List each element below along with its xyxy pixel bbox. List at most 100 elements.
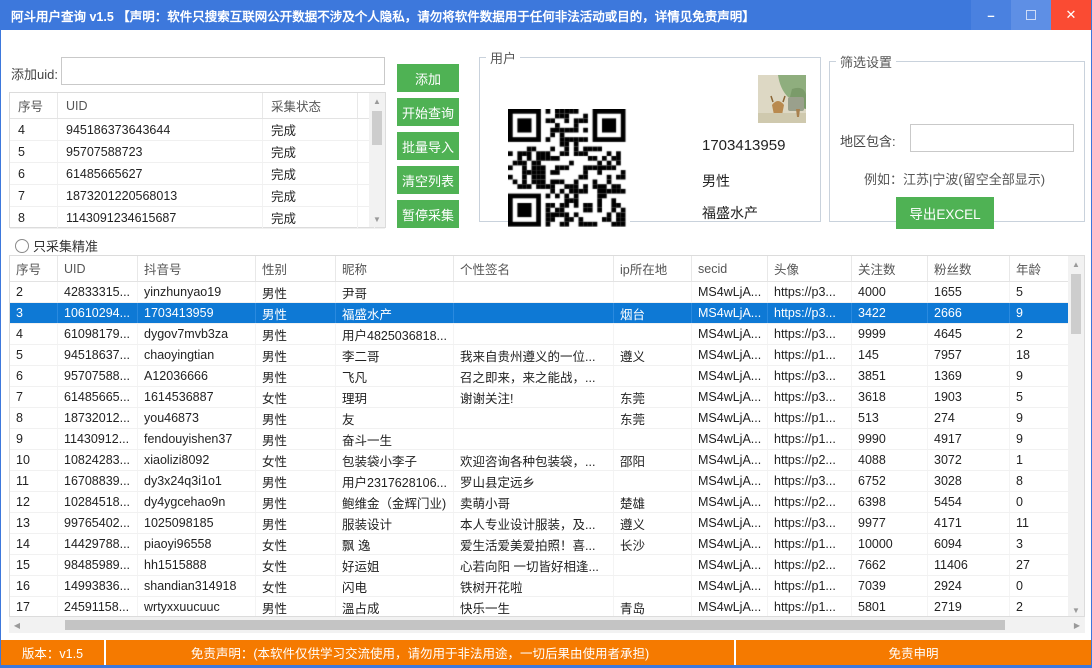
table-row[interactable]: 695707588...A12036666男性飞凡召之即来，来之能战，...MS… (10, 366, 1084, 387)
table-row[interactable]: 661485665627完成 (10, 163, 385, 185)
table-cell: https://p3... (768, 324, 852, 344)
table-row[interactable]: 4945186373643644完成 (10, 119, 385, 141)
table-cell: 楚雄 (614, 492, 692, 512)
uid-table-vscrollbar[interactable]: ▲ ▼ (369, 93, 385, 227)
column-header[interactable]: UID (58, 93, 263, 118)
scroll-thumb[interactable] (372, 111, 382, 145)
table-cell: 男性 (256, 471, 336, 491)
scroll-thumb[interactable] (1071, 274, 1081, 334)
table-cell: 9 (1010, 408, 1070, 428)
table-row[interactable]: 911430912...fendouyishen37男性奋斗一生MS4wLjA.… (10, 429, 1084, 450)
table-cell: 1143091234615687 (58, 207, 263, 228)
table-row[interactable]: 242833315...yinzhunyao19男性尹哥MS4wLjA...ht… (10, 282, 1084, 303)
table-cell: 5 (1010, 282, 1070, 302)
add-uid-input[interactable] (61, 57, 385, 85)
table-cell: 完成 (263, 119, 358, 140)
table-row[interactable]: 1116708839...dy3x24q3i1o1男性用户2317628106.… (10, 471, 1084, 492)
start-query-button[interactable]: 开始查询 (397, 98, 459, 126)
results-table-hscrollbar[interactable]: ◀ ▶ (9, 617, 1085, 633)
table-row[interactable]: 595707588723完成 (10, 141, 385, 163)
table-cell (454, 408, 614, 428)
export-excel-button[interactable]: 导出EXCEL (896, 197, 994, 229)
table-cell (614, 429, 692, 449)
column-header[interactable]: 头像 (768, 256, 852, 281)
table-row[interactable]: 461098179...dygov7mvb3za男性用户4825036818..… (10, 324, 1084, 345)
table-cell: 95707588723 (58, 141, 263, 162)
table-cell: 4 (10, 119, 58, 140)
table-row[interactable]: 594518637...chaoyingtian男性李二哥我来自贵州遵义的一位.… (10, 345, 1084, 366)
table-row[interactable]: 310610294...1703413959男性福盛水产烟台MS4wLjA...… (10, 303, 1084, 324)
table-cell: 男性 (256, 408, 336, 428)
add-button[interactable]: 添加 (397, 64, 459, 92)
table-cell: 罗山县定远乡 (454, 471, 614, 491)
column-header[interactable]: 序号 (10, 256, 58, 281)
table-row[interactable]: 1724591158...wrtyxxuucuuc男性溫占成快乐一生青岛MS4w… (10, 597, 1084, 617)
table-row[interactable]: 818732012...you46873男性友东莞MS4wLjA...https… (10, 408, 1084, 429)
region-input[interactable] (910, 124, 1074, 152)
table-row[interactable]: 1598485989...hh1515888女性好运姐心若向阳 一切皆好相逢..… (10, 555, 1084, 576)
table-row[interactable]: 1614993836...shandian314918女性闪电铁树开花啦MS4w… (10, 576, 1084, 597)
table-cell: 1655 (928, 282, 1010, 302)
table-cell: 女性 (256, 450, 336, 470)
column-header[interactable]: 性别 (256, 256, 336, 281)
table-cell: 欢迎咨询各种包装袋，... (454, 450, 614, 470)
disclaimer-button[interactable]: 免责申明 (736, 640, 1091, 665)
table-row[interactable]: 1414429788...piaoyi96558女性飘 逸爱生活爱美爱拍照！喜.… (10, 534, 1084, 555)
column-header[interactable]: 抖音号 (138, 256, 256, 281)
filter-panel: 筛选设置 地区包含: 例如：江苏|宁波(留空全部显示) 导出EXCEL (829, 52, 1085, 222)
table-cell: 3072 (928, 450, 1010, 470)
version-label: 版本：v1.5 (1, 640, 106, 665)
column-header[interactable]: 序号 (10, 93, 58, 118)
table-cell: 男性 (256, 324, 336, 344)
table-cell: 包装袋小李子 (336, 450, 454, 470)
table-row[interactable]: 1399765402...1025098185男性服装设计本人专业设计服装，及.… (10, 513, 1084, 534)
scroll-down-icon[interactable]: ▼ (369, 211, 385, 227)
table-cell: MS4wLjA... (692, 345, 768, 365)
scroll-thumb[interactable] (65, 620, 1005, 630)
table-cell: 10824283... (58, 450, 138, 470)
column-header[interactable]: 年龄 (1010, 256, 1070, 281)
table-cell (614, 324, 692, 344)
table-cell: 完成 (263, 185, 358, 206)
table-cell: 274 (928, 408, 1010, 428)
table-cell: 2719 (928, 597, 1010, 617)
column-header[interactable]: 昵称 (336, 256, 454, 281)
table-cell: https://p3... (768, 303, 852, 323)
window-title: 阿斗用户查询 v1.5 【声明：软件只搜索互联网公开数据不涉及个人隐私，请勿将软… (1, 6, 755, 25)
scroll-right-icon[interactable]: ▶ (1069, 617, 1085, 633)
table-cell: 1614536887 (138, 387, 256, 407)
table-row[interactable]: 81143091234615687完成 (10, 207, 385, 229)
close-icon[interactable]: ✕ (1051, 0, 1091, 30)
table-cell: 14 (10, 534, 58, 554)
column-header[interactable]: ip所在地 (614, 256, 692, 281)
table-cell (614, 555, 692, 575)
precise-collect-radio[interactable]: 只采集精准 (15, 236, 98, 255)
scroll-left-icon[interactable]: ◀ (9, 617, 25, 633)
column-header[interactable]: 粉丝数 (928, 256, 1010, 281)
column-header[interactable]: UID (58, 256, 138, 281)
column-header[interactable]: 采集状态 (263, 93, 358, 118)
scroll-up-icon[interactable]: ▲ (369, 93, 385, 109)
table-row[interactable]: 1210284518...dy4ygcehao9n男性鲍维金（金辉门业)卖萌小哥… (10, 492, 1084, 513)
region-label: 地区包含: (840, 131, 896, 150)
table-row[interactable]: 761485665...1614536887女性理玥谢谢关注!东莞MS4wLjA… (10, 387, 1084, 408)
scroll-down-icon[interactable]: ▼ (1068, 602, 1084, 617)
radio-circle-icon[interactable] (15, 239, 29, 253)
column-header[interactable]: 关注数 (852, 256, 928, 281)
minimize-icon[interactable]: – (971, 0, 1011, 30)
maximize-icon[interactable] (1011, 0, 1051, 30)
column-header[interactable]: secid (692, 256, 768, 281)
column-header[interactable]: 个性签名 (454, 256, 614, 281)
batch-import-button[interactable]: 批量导入 (397, 132, 459, 160)
table-row[interactable]: 1010824283...xiaolizi8092女性包装袋小李子欢迎咨询各种包… (10, 450, 1084, 471)
results-table-vscrollbar[interactable]: ▲ ▼ (1068, 256, 1084, 617)
table-cell: 2666 (928, 303, 1010, 323)
table-cell: 10 (10, 450, 58, 470)
pause-collect-button[interactable]: 暂停采集 (397, 200, 459, 228)
filter-panel-label: 筛选设置 (836, 52, 896, 71)
table-row[interactable]: 71873201220568013完成 (10, 185, 385, 207)
clear-list-button[interactable]: 清空列表 (397, 166, 459, 194)
scroll-up-icon[interactable]: ▲ (1068, 256, 1084, 272)
table-cell: 17 (10, 597, 58, 617)
table-cell: hh1515888 (138, 555, 256, 575)
